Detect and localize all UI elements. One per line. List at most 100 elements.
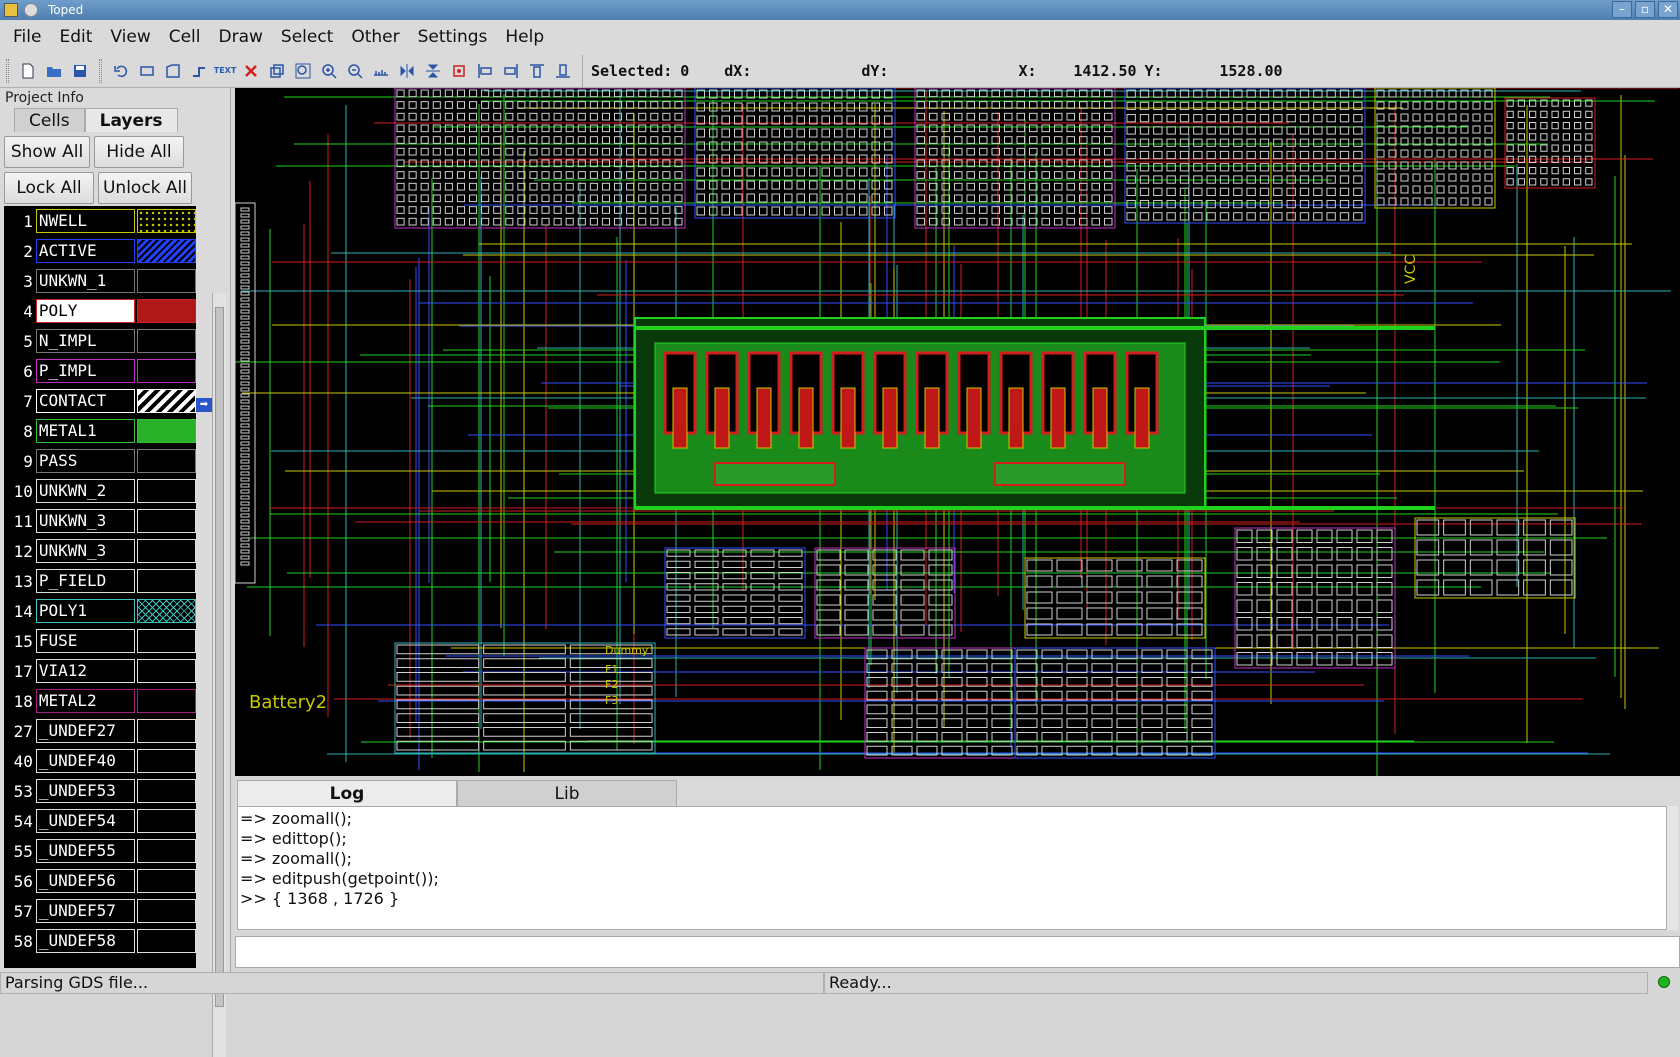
layer-fill-swatch[interactable] [137,299,196,323]
text-icon[interactable]: TEXT [214,59,237,83]
layer-row[interactable]: 4 POLY [4,296,196,326]
show-all-button[interactable]: Show All [4,136,90,168]
unlock-all-button[interactable]: Unlock All [98,172,192,204]
layer-name[interactable]: METAL1 [35,419,136,443]
layer-fill-swatch[interactable] [137,599,196,623]
layer-row[interactable]: 58 _UNDEF58 [4,926,196,956]
layer-row[interactable]: 55 _UNDEF55 [4,836,196,866]
layer-name[interactable]: N_IMPL [35,329,136,353]
layer-fill-swatch[interactable] [137,689,196,713]
layer-row[interactable]: 14 POLY1 [4,596,196,626]
layer-name[interactable]: P_IMPL [35,359,136,383]
layer-name[interactable]: VIA12 [35,659,136,683]
zoom-in-icon[interactable] [318,59,340,83]
layer-name[interactable]: CONTACT [35,389,136,413]
layer-name[interactable]: PASS [35,449,136,473]
layer-name[interactable]: _UNDEF54 [35,809,136,833]
layer-fill-swatch[interactable] [137,839,196,863]
toolbar-grip[interactable] [6,58,9,83]
hide-all-button[interactable]: Hide All [94,136,184,168]
layer-row[interactable]: 9 PASS [4,446,196,476]
layer-fill-swatch[interactable] [137,719,196,743]
layer-row[interactable]: 11 UNKWN_3 [4,506,196,536]
layer-name[interactable]: UNKWN_3 [35,509,136,533]
layer-fill-swatch[interactable] [137,929,196,953]
layer-name[interactable]: _UNDEF58 [35,929,136,953]
layer-row[interactable]: 1 NWELL [4,206,196,236]
menu-file[interactable]: File [4,27,50,47]
layer-name[interactable]: _UNDEF56 [35,869,136,893]
layer-fill-swatch[interactable] [137,779,196,803]
layer-name[interactable]: _UNDEF53 [35,779,136,803]
layer-row[interactable]: 7 CONTACT [4,386,196,416]
menu-view[interactable]: View [101,27,159,47]
undo-icon[interactable] [110,59,132,83]
layer-fill-swatch[interactable] [137,419,196,443]
layer-row[interactable]: 12 UNKWN_3 [4,536,196,566]
layer-name[interactable]: POLY1 [35,599,136,623]
draw-wire-icon[interactable] [188,59,210,83]
close-button[interactable]: ✕ [1658,1,1678,18]
flip-x-icon[interactable] [396,59,418,83]
layer-fill-swatch[interactable] [137,449,196,473]
layer-row[interactable]: 27 _UNDEF27 [4,716,196,746]
layer-fill-swatch[interactable] [137,329,196,353]
layer-list-scrollbar[interactable] [212,293,226,1057]
delete-icon[interactable] [240,59,262,83]
align-left-icon[interactable] [474,59,496,83]
layer-fill-swatch[interactable] [137,809,196,833]
layer-row[interactable]: 56 _UNDEF56 [4,866,196,896]
layer-row[interactable]: 18 METAL2 [4,686,196,716]
layer-name[interactable]: _UNDEF55 [35,839,136,863]
align-right-icon[interactable] [500,59,522,83]
layer-name[interactable]: UNKWN_2 [35,479,136,503]
layer-row[interactable]: 54 _UNDEF54 [4,806,196,836]
save-file-icon[interactable] [69,59,91,83]
layer-name[interactable]: _UNDEF40 [35,749,136,773]
menu-draw[interactable]: Draw [210,27,272,47]
ruler-icon[interactable] [370,59,392,83]
layer-name[interactable]: METAL2 [35,689,136,713]
layer-fill-swatch[interactable] [137,509,196,533]
zoom-all-icon[interactable] [292,59,314,83]
layer-name[interactable]: POLY [35,299,136,323]
tab-log[interactable]: Log [237,780,457,806]
window-menu-icon[interactable] [24,3,38,17]
layer-row[interactable]: 17 VIA12 [4,656,196,686]
layer-fill-swatch[interactable] [137,389,196,413]
align-top-icon[interactable] [526,59,548,83]
layer-name[interactable]: P_FIELD [35,569,136,593]
layer-fill-swatch[interactable] [137,569,196,593]
layer-name[interactable]: NWELL [35,209,136,233]
minimize-button[interactable]: – [1612,1,1632,18]
layer-fill-swatch[interactable] [137,479,196,503]
layer-fill-swatch[interactable] [137,539,196,563]
draw-box-icon[interactable] [136,59,158,83]
log-scrollbar[interactable] [1666,806,1678,930]
layer-row[interactable]: 5 N_IMPL [4,326,196,356]
toolbar-grip[interactable] [99,58,102,83]
layer-name[interactable]: UNKWN_3 [35,539,136,563]
layer-fill-swatch[interactable] [137,749,196,773]
rotate-icon[interactable] [448,59,470,83]
layout-canvas[interactable]: VCC Battery2 Dummy F1 F2 F3 [235,88,1680,776]
layer-fill-swatch[interactable] [137,869,196,893]
align-bottom-icon[interactable] [552,59,574,83]
layer-row[interactable]: 2 ACTIVE [4,236,196,266]
tab-layers[interactable]: Layers [84,108,178,132]
layer-row[interactable]: 15 FUSE [4,626,196,656]
layer-fill-swatch[interactable] [137,209,196,233]
layer-row[interactable]: 53 _UNDEF53 [4,776,196,806]
draw-poly-icon[interactable] [162,59,184,83]
layer-row[interactable]: 40 _UNDEF40 [4,746,196,776]
command-input[interactable] [235,936,1680,968]
layer-row[interactable]: 57 _UNDEF57 [4,896,196,926]
menu-select[interactable]: Select [272,27,342,47]
menu-edit[interactable]: Edit [50,27,101,47]
menu-settings[interactable]: Settings [409,27,497,47]
flip-y-icon[interactable] [422,59,444,83]
layer-row[interactable]: 3 UNKWN_1 [4,266,196,296]
layer-fill-swatch[interactable] [137,269,196,293]
tab-cells[interactable]: Cells [14,108,85,132]
layer-name[interactable]: FUSE [35,629,136,653]
